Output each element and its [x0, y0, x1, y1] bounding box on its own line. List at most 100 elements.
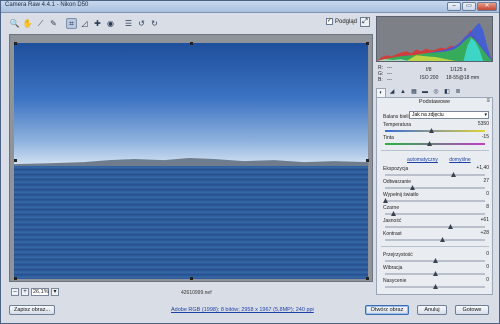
minimize-button[interactable]: –: [447, 2, 461, 11]
close-button[interactable]: ✕: [477, 2, 497, 11]
blacks-track[interactable]: [385, 213, 485, 215]
exposure-track[interactable]: [385, 174, 485, 176]
white-balance-label: Balans bieli:: [383, 114, 410, 120]
recovery-track[interactable]: [385, 187, 485, 189]
brightness-label: Jasność: [383, 218, 402, 224]
brightness-value-field[interactable]: +61: [465, 217, 489, 223]
crop-handle-left[interactable]: [14, 159, 17, 162]
retouch-tool-icon[interactable]: ✚: [92, 18, 103, 29]
save-image-button[interactable]: Zapisz obraz...: [9, 305, 55, 315]
crop-handle-right[interactable]: [366, 159, 369, 162]
tab-basic-icon[interactable]: ◐: [376, 88, 386, 97]
auto-link[interactable]: automatyczny: [407, 157, 438, 163]
tool-bar: 🔍 ✋ ⟋ ✎ ⌗ ◿ ✚ ◉ ☰ ↺ ↻: [9, 16, 160, 30]
iso: ISO 200: [420, 75, 439, 81]
tab-tone-curve-icon[interactable]: ◢: [387, 88, 397, 97]
tab-split-toning-icon[interactable]: ▬: [420, 88, 430, 97]
panel-title: Podstawowe: [418, 99, 451, 105]
crop-handle-top[interactable]: [190, 42, 193, 45]
sky: [14, 43, 368, 166]
zoom-controls: – + 26,1% ▾: [11, 288, 59, 296]
temperature-value-field[interactable]: 5350: [465, 121, 489, 127]
window-title: Camera Raw 4.4.1 - Nikon D50: [5, 2, 89, 8]
chevron-down-icon: ▾: [484, 112, 487, 118]
white-balance-tool-icon[interactable]: ⟋: [35, 18, 46, 29]
preview-checkbox[interactable]: ✓ Podgląd: [326, 18, 357, 25]
white-balance-value: Jak na zdjęciu: [412, 112, 444, 118]
preferences-icon[interactable]: ☰: [123, 18, 134, 29]
exposure-value-field[interactable]: +1,40: [465, 165, 489, 171]
zoom-out-button[interactable]: –: [11, 288, 19, 296]
crop-handle-bottom[interactable]: [190, 277, 193, 280]
panel-divider: [381, 150, 489, 151]
camera-raw-window: Camera Raw 4.4.1 - Nikon D50 – ▭ ✕ 🔍 ✋ ⟋ ✎ ⌗…: [0, 0, 500, 324]
blacks-value-field[interactable]: 8: [465, 204, 489, 210]
camera-info: R: --- G: --- B: --- f/8 1/125 s ISO 200…: [378, 65, 491, 85]
histogram: [376, 16, 493, 62]
fill-light-value-field[interactable]: 0: [465, 191, 489, 197]
done-button[interactable]: Gotowe: [455, 305, 489, 315]
tint-value-field[interactable]: -15: [465, 134, 489, 140]
tab-hsl-icon[interactable]: ▦: [409, 88, 419, 97]
auto-default-links: automatyczny domyślne: [407, 157, 481, 163]
basic-panel: Podstawowe ≡ Balans bieli: Jak na zdjęci…: [376, 97, 493, 295]
tab-calibration-icon[interactable]: ◧: [442, 88, 452, 97]
tint-track[interactable]: [385, 143, 485, 145]
red-eye-tool-icon[interactable]: ◉: [105, 18, 116, 29]
title-bar[interactable]: Camera Raw 4.4.1 - Nikon D50 – ▭ ✕: [1, 1, 499, 13]
exposure-label: Ekspozycja: [383, 166, 409, 172]
cancel-button[interactable]: Anuluj: [417, 305, 447, 315]
shutter-speed: 1/125 s: [450, 67, 467, 73]
crop-handle-br[interactable]: [366, 277, 369, 280]
zoom-level-field[interactable]: 26,1%: [31, 288, 49, 296]
image-preview-area[interactable]: [9, 34, 373, 282]
fullscreen-button[interactable]: ⤢: [360, 17, 370, 27]
maximize-button[interactable]: ▭: [462, 2, 476, 11]
tab-detail-icon[interactable]: ▲: [398, 88, 408, 97]
vibrance-value-field[interactable]: 0: [465, 264, 489, 270]
panel-menu-icon[interactable]: ≡: [486, 98, 490, 104]
zoom-in-button[interactable]: +: [21, 288, 29, 296]
straighten-tool-icon[interactable]: ◿: [79, 18, 90, 29]
contrast-value-field[interactable]: +28: [465, 230, 489, 236]
clarity-value-field[interactable]: 0: [465, 251, 489, 257]
recovery-label: Odtwarzanie: [383, 179, 412, 185]
recovery-value-field[interactable]: 27: [465, 178, 489, 184]
file-name: 42610999.nef: [181, 290, 212, 296]
preview-check-box[interactable]: ✓: [326, 18, 333, 25]
b-value: ---: [387, 77, 392, 83]
preview-label: Podgląd: [335, 18, 358, 25]
tab-presets-icon[interactable]: ≣: [453, 88, 463, 97]
rotate-ccw-icon[interactable]: ↺: [136, 18, 147, 29]
crop-handle-tr[interactable]: [366, 42, 369, 45]
zoom-dropdown-button[interactable]: ▾: [51, 288, 59, 296]
rotate-cw-icon[interactable]: ↻: [149, 18, 160, 29]
toolbar-separator: [118, 18, 121, 29]
crop-handle-tl[interactable]: [14, 42, 17, 45]
clarity-label: Przejrzystość: [383, 252, 413, 258]
saturation-label: Nasycenie: [383, 278, 407, 284]
temperature-track[interactable]: [385, 130, 485, 132]
workflow-options-link[interactable]: Adobe RGB (1998); 8 bitów; 2958 x 1967 (…: [171, 307, 314, 313]
slider-saturation: Nasycenie 0: [383, 277, 489, 291]
contrast-track[interactable]: [385, 239, 485, 241]
bottom-bar: Zapisz obraz... Adobe RGB (1998); 8 bitó…: [1, 299, 499, 323]
tab-lens-icon[interactable]: ◎: [431, 88, 441, 97]
blacks-label: Czarne: [383, 205, 400, 211]
temperature-label: Temperatura: [383, 122, 412, 128]
preview-photo[interactable]: [14, 43, 368, 279]
saturation-value-field[interactable]: 0: [465, 277, 489, 283]
default-link[interactable]: domyślne: [449, 157, 470, 163]
crop-tool-icon[interactable]: ⌗: [66, 17, 77, 29]
white-balance-select[interactable]: Jak na zdjęciu ▾: [409, 111, 489, 119]
color-sampler-tool-icon[interactable]: ✎: [48, 18, 59, 29]
window-controls: – ▭ ✕: [447, 2, 497, 11]
brightness-track[interactable]: [385, 226, 485, 228]
open-image-button[interactable]: Otwórz obraz: [365, 305, 409, 315]
zoom-tool-icon[interactable]: 🔍: [9, 18, 20, 29]
hand-tool-icon[interactable]: ✋: [22, 18, 33, 29]
b-label: B:: [378, 77, 383, 83]
crop-handle-bl[interactable]: [14, 277, 17, 280]
contrast-label: Kontrast: [383, 231, 402, 237]
fill-light-track[interactable]: [385, 200, 485, 202]
